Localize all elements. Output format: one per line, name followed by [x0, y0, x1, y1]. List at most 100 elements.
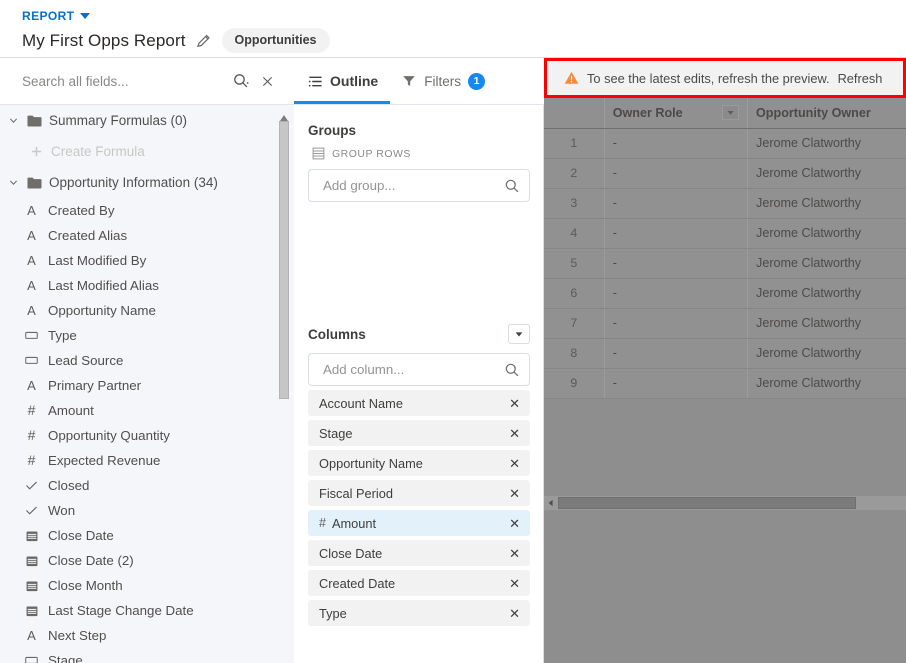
column-chip[interactable]: Close Date ✕	[308, 540, 530, 566]
scrollbar-thumb[interactable]	[279, 121, 289, 399]
columns-menu-button[interactable]	[508, 324, 530, 344]
row-number: 4	[544, 218, 605, 249]
column-chip[interactable]: Created Date ✕	[308, 570, 530, 596]
close-icon[interactable]: ✕	[509, 457, 520, 470]
column-header-rownum	[544, 98, 605, 129]
caret-left-icon[interactable]	[544, 496, 557, 510]
field-list-item[interactable]: A Created Alias	[0, 223, 294, 248]
refresh-link[interactable]: Refresh	[838, 71, 883, 86]
search-icon	[504, 178, 520, 194]
column-header-opportunity-owner[interactable]: Opportunity Owner	[747, 98, 906, 129]
field-folder-summary-formulas[interactable]: Summary Formulas (0)	[0, 105, 294, 136]
checkbox-field-icon	[24, 480, 39, 491]
caret-down-icon[interactable]	[80, 13, 91, 19]
field-list-item[interactable]: A Created By	[0, 198, 294, 223]
field-list-item[interactable]: Lead Source	[0, 348, 294, 373]
preview-grid[interactable]: Owner Role Opportunity Owner 1 - Jerome …	[544, 98, 906, 663]
pencil-icon[interactable]	[196, 33, 212, 49]
cell-owner-role: -	[604, 128, 749, 159]
column-chip[interactable]: # Amount ✕	[308, 510, 530, 536]
column-chip[interactable]: Account Name ✕	[308, 390, 530, 416]
cell-owner-role: -	[604, 308, 749, 339]
table-row[interactable]: 5-Jerome ClatworthyEdge Communications	[544, 248, 906, 279]
row-number: 6	[544, 278, 605, 309]
cell-owner-role: -	[604, 218, 749, 249]
field-list-item[interactable]: Close Date	[0, 523, 294, 548]
table-row[interactable]: 2-Jerome ClatworthyBurlington Textiles C…	[544, 158, 906, 189]
search-icon[interactable]	[228, 68, 254, 94]
report-type-breadcrumb[interactable]: REPORT	[22, 9, 91, 23]
field-list-item[interactable]: A Opportunity Name	[0, 298, 294, 323]
field-list-item[interactable]: A Last Modified By	[0, 248, 294, 273]
cell-owner-role: -	[604, 248, 749, 279]
search-input[interactable]	[22, 73, 228, 89]
field-list-item[interactable]: Close Date (2)	[0, 548, 294, 573]
field-list-item[interactable]: Won	[0, 498, 294, 523]
tab-filters[interactable]: Filters 1	[390, 58, 497, 104]
add-group-combobox[interactable]	[308, 169, 530, 202]
close-icon[interactable]: ✕	[509, 547, 520, 560]
column-chip[interactable]: Fiscal Period ✕	[308, 480, 530, 506]
field-list-item[interactable]: # Expected Revenue	[0, 448, 294, 473]
number-field-icon: #	[319, 516, 326, 530]
create-formula-action[interactable]: Create Formula	[0, 136, 294, 167]
row-number: 7	[544, 308, 605, 339]
caret-up-icon[interactable]	[279, 110, 289, 121]
close-icon[interactable]: ✕	[509, 607, 520, 620]
text-field-icon: A	[27, 228, 36, 243]
chevron-down-icon[interactable]	[6, 176, 20, 190]
column-chip[interactable]: Stage ✕	[308, 420, 530, 446]
table-row[interactable]: 8-Jerome ClatworthyFrates Company	[544, 338, 906, 369]
scrollbar-thumb[interactable]	[558, 497, 856, 509]
field-list-item[interactable]: A Last Modified Alias	[0, 273, 294, 298]
preview-table: Owner Role Opportunity Owner 1 - Jerome …	[544, 98, 906, 399]
report-object-pill[interactable]: Opportunities	[221, 28, 330, 53]
field-list-item[interactable]: # Amount	[0, 398, 294, 423]
field-label: Type	[48, 328, 77, 343]
column-chip[interactable]: Type ✕	[308, 600, 530, 626]
close-icon[interactable]	[254, 68, 280, 94]
tab-outline[interactable]: Outline	[294, 58, 391, 104]
field-folder-opportunity-information[interactable]: Opportunity Information (34)	[0, 167, 294, 198]
search-icon	[504, 362, 520, 378]
field-list-item[interactable]: A Primary Partner	[0, 373, 294, 398]
close-icon[interactable]: ✕	[509, 487, 520, 500]
report-preview-panel: To see the latest edits, refresh the pre…	[544, 58, 906, 663]
column-chip[interactable]: Opportunity Name ✕	[308, 450, 530, 476]
add-group-input[interactable]	[321, 177, 499, 194]
fields-scrollbar[interactable]	[279, 110, 289, 400]
add-column-input[interactable]	[321, 361, 499, 378]
text-field-icon: A	[27, 253, 36, 268]
close-icon[interactable]: ✕	[509, 397, 520, 410]
field-label: Stage	[48, 653, 83, 663]
caret-down-icon[interactable]	[722, 105, 740, 121]
field-list-item[interactable]: A Next Step	[0, 623, 294, 648]
field-list-item[interactable]: Type	[0, 323, 294, 348]
add-column-combobox[interactable]	[308, 353, 530, 386]
table-row[interactable]: 3-Jerome ClatworthyBurlington Textiles C…	[544, 188, 906, 219]
table-row[interactable]: 6-Jerome ClatworthyEdge Communications	[544, 278, 906, 309]
field-list-item[interactable]: Closed	[0, 473, 294, 498]
field-list-item[interactable]: Last Stage Change Date	[0, 598, 294, 623]
row-number: 2	[544, 158, 605, 189]
field-list[interactable]: Summary Formulas (0) Create Formula Oppo…	[0, 105, 294, 663]
field-list-item[interactable]: Stage	[0, 648, 294, 663]
table-header-row: Owner Role Opportunity Owner	[544, 98, 906, 129]
close-icon[interactable]: ✕	[509, 427, 520, 440]
row-number: 9	[544, 368, 605, 399]
row-number: 8	[544, 338, 605, 369]
preview-horizontal-scrollbar[interactable]	[544, 496, 906, 510]
table-row[interactable]: 1-Jerome ClatworthyBurlington Textiles C…	[544, 128, 906, 159]
field-list-item[interactable]: Close Month	[0, 573, 294, 598]
table-row[interactable]: 7-Jerome ClatworthyEdge Communications	[544, 308, 906, 339]
column-header-owner-role[interactable]: Owner Role	[604, 98, 749, 129]
outline-panel: Outline Filters 1 Groups GROUP ROWS Add …	[294, 58, 838, 663]
columns-section-header: Columns	[308, 324, 530, 344]
close-icon[interactable]: ✕	[509, 577, 520, 590]
field-list-item[interactable]: # Opportunity Quantity	[0, 423, 294, 448]
table-row[interactable]: 4-Jerome ClatworthyGenePoint	[544, 218, 906, 249]
close-icon[interactable]: ✕	[509, 517, 520, 530]
chevron-down-icon[interactable]	[6, 114, 20, 128]
table-row[interactable]: 9-Jerome ClatworthySparrow Medical	[544, 368, 906, 399]
folder-icon	[27, 176, 42, 190]
